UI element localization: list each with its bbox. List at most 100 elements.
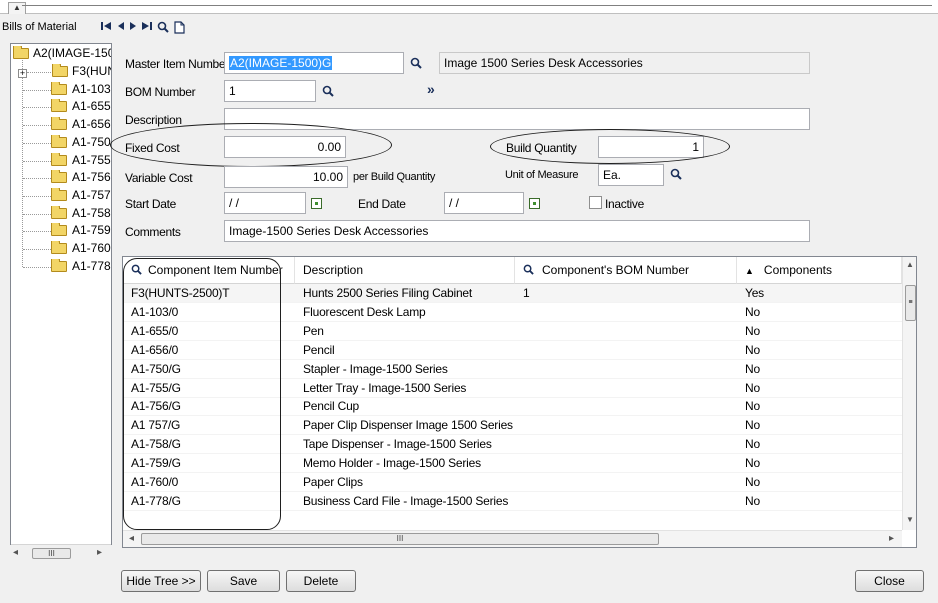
- start-date-field[interactable]: / /: [224, 192, 306, 214]
- folder-icon: [51, 241, 67, 254]
- end-date-field[interactable]: / /: [444, 192, 524, 214]
- folder-icon: [51, 99, 67, 113]
- inactive-checkbox[interactable]: [589, 196, 602, 209]
- first-record-icon[interactable]: [99, 21, 113, 35]
- components-cell: No: [745, 304, 760, 319]
- components-cell: No: [745, 380, 760, 395]
- tree-item[interactable]: A1-757: [11, 187, 111, 204]
- grid-hscroll-thumb[interactable]: III: [141, 533, 659, 545]
- grid-vscroll-thumb[interactable]: ≡: [905, 285, 916, 321]
- start-date-label: Start Date: [125, 197, 177, 211]
- tree-item[interactable]: A1-759: [11, 223, 111, 239]
- bom-number-field[interactable]: 1: [224, 80, 316, 102]
- description-cell: Letter Tray - Image-1500 Series: [303, 380, 467, 395]
- tree-item-label: A1-655: [72, 99, 111, 114]
- components-cell: No: [745, 493, 760, 508]
- end-date-picker-icon[interactable]: [529, 198, 540, 209]
- description-cell: Business Card File - Image-1500 Series: [303, 493, 509, 508]
- close-button[interactable]: Close: [855, 570, 924, 592]
- components-cell: Yes: [745, 286, 764, 300]
- master-item-search-icon[interactable]: [410, 57, 424, 71]
- new-document-icon[interactable]: [172, 21, 186, 35]
- next-bom-icon[interactable]: »: [427, 81, 435, 97]
- description-cell: Paper Clip Dispenser Image 1500 Series: [303, 418, 513, 433]
- uom-search-icon[interactable]: [670, 168, 684, 182]
- search-icon[interactable]: [156, 21, 170, 35]
- component-bom-cell: [515, 473, 737, 492]
- scroll-up-icon[interactable]: ▲: [906, 260, 914, 269]
- hide-tree-button[interactable]: Hide Tree >>: [121, 570, 201, 592]
- tree-root-item[interactable]: A2(IMAGE-1500: [11, 46, 111, 62]
- tree-item-label: F3(HUN: [72, 64, 111, 78]
- master-item-field[interactable]: A2(IMAGE-1500)G: [224, 52, 404, 74]
- uom-field[interactable]: Ea.: [598, 164, 664, 186]
- build-quantity-annotation-ellipse: [490, 129, 730, 164]
- tree-item[interactable]: A1-750: [11, 134, 111, 151]
- save-button[interactable]: Save: [207, 570, 280, 592]
- scroll-right-icon[interactable]: ▸: [889, 533, 894, 544]
- variable-cost-field[interactable]: 10.00: [224, 166, 348, 188]
- sort-ascending-icon: ▲: [745, 266, 754, 276]
- tree-item-label: A1-756: [72, 170, 111, 185]
- component-bom-cell: [515, 322, 737, 341]
- comments-field[interactable]: Image-1500 Series Desk Accessories: [224, 220, 810, 242]
- component-bom-cell: [515, 397, 737, 416]
- tree-item-label: A1-755: [72, 152, 111, 167]
- bom-tree[interactable]: A2(IMAGE-1500 + F3(HUNA1-103A1-655A1-656…: [10, 43, 112, 545]
- description-cell: Paper Clips: [303, 475, 363, 489]
- tree-item[interactable]: A1-758: [11, 205, 111, 222]
- description-cell: Pen: [303, 323, 324, 338]
- inactive-label: Inactive: [605, 197, 644, 211]
- folder-icon: [51, 81, 67, 95]
- component-bom-cell: [515, 492, 737, 511]
- components-cell: No: [745, 418, 760, 433]
- components-cell: No: [745, 323, 760, 338]
- scroll-down-icon[interactable]: ▼: [906, 515, 914, 524]
- tree-item[interactable]: A1-756: [11, 170, 111, 186]
- scroll-left-icon[interactable]: ◂: [129, 533, 134, 544]
- description-cell: Fluorescent Desk Lamp: [303, 304, 426, 319]
- scroll-left-icon[interactable]: ◂: [13, 547, 18, 558]
- tree-item[interactable]: A1-755: [11, 152, 111, 169]
- variable-cost-label: Variable Cost: [125, 171, 193, 185]
- tree-item-label: A1-760: [72, 241, 111, 255]
- window-top-strip: ▲: [0, 0, 938, 14]
- column-header-components[interactable]: ▲ Components: [737, 257, 902, 284]
- component-bom-cell: [515, 435, 737, 454]
- tree-item[interactable]: A1-656: [11, 117, 111, 133]
- tree-scroll-thumb[interactable]: III: [32, 548, 71, 559]
- collapse-caret-icon[interactable]: ▲: [8, 2, 26, 14]
- tree-item-label: A1-759: [72, 223, 111, 238]
- description-cell: Stapler - Image-1500 Series: [303, 361, 448, 376]
- grid-horizontal-scrollbar[interactable]: ◂ III ▸: [123, 530, 902, 547]
- tree-item[interactable]: A1-778: [11, 258, 111, 275]
- folder-icon: [52, 64, 68, 77]
- window-title: Bills of Material: [2, 21, 77, 33]
- column-header-description[interactable]: Description: [295, 257, 515, 284]
- scroll-right-icon[interactable]: ▸: [97, 547, 102, 558]
- next-record-icon[interactable]: [126, 21, 140, 35]
- folder-icon: [51, 187, 67, 201]
- grid-vertical-scrollbar[interactable]: ▲ ≡ ▼: [902, 257, 916, 530]
- tree-item[interactable]: F3(HUN: [11, 64, 111, 80]
- fixed-cost-annotation-ellipse: [110, 123, 392, 167]
- delete-button[interactable]: Delete: [286, 570, 356, 592]
- tree-item[interactable]: A1-760: [11, 241, 111, 257]
- folder-icon: [51, 134, 67, 148]
- description-cell: Pencil: [303, 342, 335, 357]
- components-cell: No: [745, 361, 760, 376]
- tree-item[interactable]: A1-655: [11, 99, 111, 115]
- component-bom-cell: [515, 360, 737, 379]
- folder-icon: [51, 258, 67, 272]
- bom-search-icon[interactable]: [322, 85, 336, 99]
- tree-horizontal-scrollbar[interactable]: ◂ III ▸: [11, 544, 111, 561]
- last-record-icon[interactable]: [140, 21, 154, 35]
- components-cell: No: [745, 399, 760, 414]
- top-divider: [22, 5, 932, 8]
- components-cell: No: [745, 475, 760, 489]
- folder-icon: [13, 46, 29, 59]
- column-header-component-bom[interactable]: Component's BOM Number: [515, 257, 737, 284]
- start-date-picker-icon[interactable]: [311, 198, 322, 209]
- tree-item[interactable]: A1-103: [11, 81, 111, 98]
- components-cell: No: [745, 437, 760, 452]
